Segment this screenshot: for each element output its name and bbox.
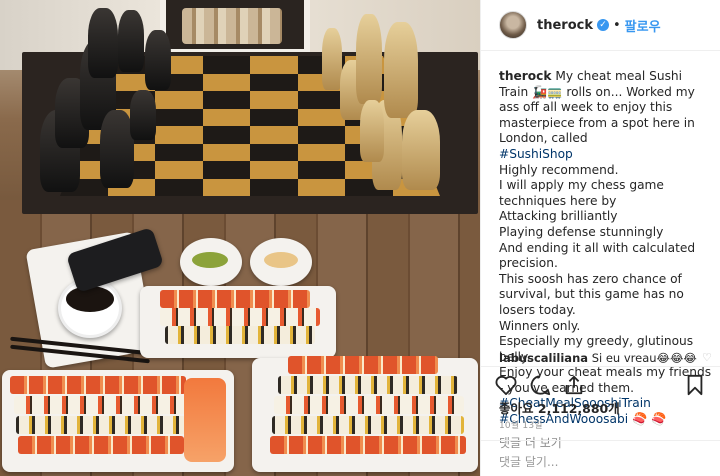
share-icon[interactable]	[563, 374, 585, 396]
chess-square	[155, 126, 203, 144]
chess-square	[155, 161, 203, 179]
chess-square	[202, 91, 250, 109]
caption-line: Highly recommend.	[499, 162, 619, 177]
bookmark-icon[interactable]	[684, 374, 706, 396]
chess-square	[155, 143, 203, 161]
sushi-row	[14, 396, 186, 414]
chess-square	[297, 91, 345, 109]
black-chess-piece	[145, 30, 171, 90]
chess-square	[202, 108, 250, 126]
chess-square	[202, 73, 250, 91]
caption-username[interactable]: therock	[499, 69, 551, 83]
hashtag-link[interactable]: #SushiShop	[499, 147, 714, 163]
chess-square	[250, 161, 298, 179]
post-photo	[0, 0, 480, 476]
chess-square	[297, 178, 345, 196]
wooden-chess-piece	[322, 28, 342, 90]
post-side-panel: therock ✓ • 팔로우 therock My cheat meal Su…	[480, 0, 720, 476]
sushi-row	[272, 416, 464, 434]
chess-square	[297, 161, 345, 179]
header-username[interactable]: therock	[537, 18, 593, 33]
chess-square	[297, 126, 345, 144]
chess-square	[155, 91, 203, 109]
salmon-sashimi	[184, 378, 226, 462]
instagram-post-view: therock ✓ • 팔로우 therock My cheat meal Su…	[0, 0, 720, 476]
comment-text: Si eu vreau😂😂😂	[591, 351, 697, 365]
chess-square	[202, 56, 250, 74]
follow-button[interactable]: 팔로우	[625, 16, 661, 35]
black-chess-piece	[88, 8, 118, 78]
chess-square	[202, 178, 250, 196]
avatar[interactable]	[499, 11, 527, 39]
wooden-chess-piece	[384, 22, 418, 118]
photo-logs	[182, 8, 282, 44]
chess-square	[250, 91, 298, 109]
chess-square	[250, 108, 298, 126]
soy-sauce-inner	[66, 286, 114, 312]
sushi-row	[18, 436, 184, 454]
sushi-row	[288, 356, 438, 374]
wooden-chess-piece	[360, 100, 384, 162]
caption-line: And ending it all with calculated precis…	[499, 240, 696, 271]
caption-line: Winners only.	[499, 318, 581, 333]
black-chess-piece	[100, 110, 134, 188]
sushi-row	[16, 416, 186, 434]
wooden-chess-piece	[402, 110, 440, 190]
post-header: therock ✓ • 팔로우	[481, 0, 720, 51]
caption-line: This soosh has zero chance of survival, …	[499, 271, 684, 317]
comment-icon[interactable]	[529, 374, 551, 396]
caption-line: therock My cheat meal Sushi Train 🚂🚃 rol…	[499, 69, 714, 147]
action-bar	[481, 366, 720, 402]
chess-square	[250, 73, 298, 91]
chess-square	[250, 143, 298, 161]
verified-badge-icon: ✓	[596, 19, 609, 31]
chess-square	[250, 126, 298, 144]
sushi-row	[160, 290, 310, 308]
caption-line: Playing defense stunningly	[499, 224, 664, 239]
chess-square	[250, 178, 298, 196]
add-comment-input[interactable]: 댓글 달기...	[481, 440, 720, 476]
wasabi	[192, 252, 228, 268]
comment-username[interactable]: labuscaliliana	[499, 351, 588, 365]
sushi-row	[10, 376, 186, 394]
ginger	[264, 252, 298, 268]
comment-heart-icon[interactable]: ♡	[702, 352, 712, 363]
likes-label: 좋아요	[499, 401, 534, 416]
caption-line: Attacking brilliantly	[499, 209, 618, 224]
comment: labuscaliliana Si eu vreau😂😂😂 ♡	[499, 351, 712, 365]
sushi-row	[165, 326, 315, 344]
likes-number: 2,112,880개	[537, 401, 620, 416]
chess-square	[202, 143, 250, 161]
black-chess-piece	[118, 10, 144, 72]
comment-body: labuscaliliana Si eu vreau😂😂😂	[499, 351, 697, 365]
separator-dot: •	[612, 17, 621, 33]
sushi-row	[160, 308, 320, 326]
likes-count[interactable]: 좋아요 2,112,880개	[499, 398, 620, 417]
chess-square	[202, 161, 250, 179]
chess-square	[250, 56, 298, 74]
chess-square	[297, 143, 345, 161]
wooden-chess-piece	[356, 14, 382, 104]
chess-square	[297, 108, 345, 126]
chess-square	[155, 108, 203, 126]
sushi-row	[270, 436, 466, 454]
heart-icon[interactable]	[495, 374, 517, 396]
chess-square	[155, 178, 203, 196]
caption-line: I will apply my chess game techniques he…	[499, 178, 664, 208]
sushi-row	[278, 376, 458, 394]
sushi-row	[274, 396, 464, 414]
post-date[interactable]: 10월 13일	[499, 418, 543, 431]
black-chess-piece	[130, 90, 156, 140]
chess-square	[202, 126, 250, 144]
